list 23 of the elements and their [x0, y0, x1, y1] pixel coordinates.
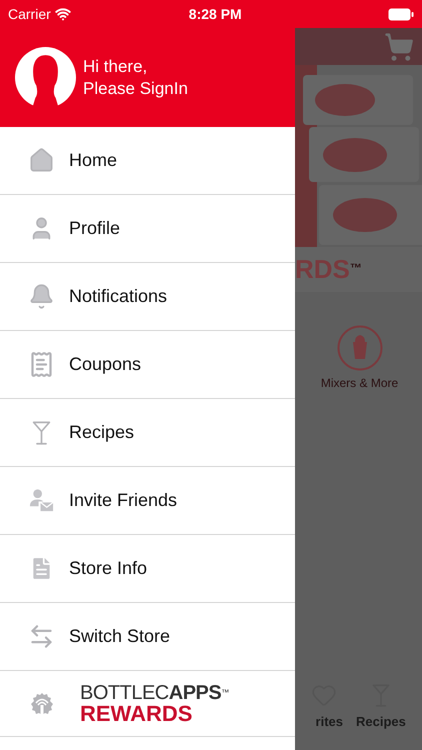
menu-item[interactable]: Store Info	[0, 535, 295, 603]
menu-item[interactable]: Switch Store	[0, 603, 295, 671]
home-icon	[28, 147, 55, 174]
cart-icon[interactable]	[384, 32, 414, 62]
carrier-label: Carrier	[8, 4, 51, 24]
shaker-icon[interactable]	[336, 325, 382, 371]
rewards-wordmark: REWARDS	[80, 702, 194, 724]
greeting-text: Hi there,	[83, 56, 148, 78]
menu-item[interactable]: Notifications	[0, 263, 295, 331]
bell-icon	[28, 283, 55, 310]
sign-in-link[interactable]: Please SignIn	[83, 78, 188, 100]
clock-time: 8:28 PM	[188, 4, 242, 24]
wifi-icon	[54, 6, 71, 22]
battery-icon	[388, 8, 414, 20]
bottle-cap-icon	[30, 692, 54, 716]
menu-item[interactable]: Recipes	[0, 399, 295, 467]
person-mail-icon	[28, 487, 55, 514]
menu-item[interactable]: Home	[0, 127, 295, 195]
menu-item[interactable]: Coupons	[0, 331, 295, 399]
avatar-icon	[15, 47, 76, 108]
menu-item[interactable]: Invite Friends	[0, 467, 295, 535]
brand-wordmark: BOTTLECAPPS$^{™}$	[80, 682, 229, 702]
category-label: Mixers & More	[320, 375, 398, 392]
